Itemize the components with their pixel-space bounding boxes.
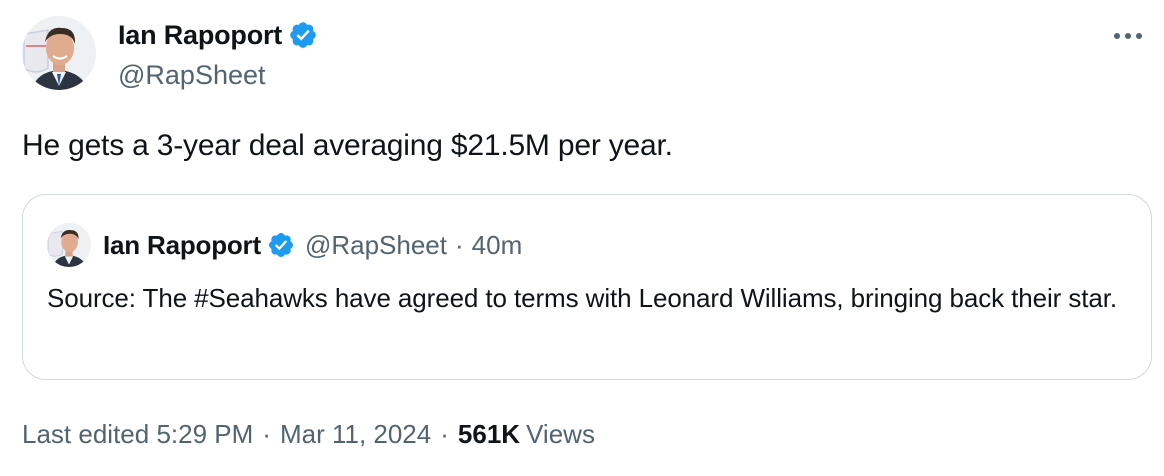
quoted-header: Ian Rapoport @RapSheet · 40m [103, 225, 522, 265]
views-label: Views [526, 418, 595, 449]
author-handle[interactable]: @RapSheet [118, 56, 266, 94]
author-name[interactable]: Ian Rapoport [118, 20, 282, 51]
more-options-icon[interactable] [1110, 18, 1146, 54]
tweet-card: Ian Rapoport @RapSheet He gets a 3-year … [0, 0, 1164, 476]
quoted-timestamp: 40m [471, 229, 523, 260]
separator-dot: · [454, 229, 464, 260]
author-avatar[interactable] [22, 16, 96, 90]
tweet-meta: Last edited 5:29 PM · Mar 11, 2024 · 561… [22, 414, 595, 454]
tweet-time[interactable]: 5:29 PM [156, 419, 253, 450]
author-name-row: Ian Rapoport [118, 16, 318, 54]
verified-badge-icon[interactable] [288, 20, 318, 50]
tweet-text: He gets a 3-year deal averaging $21.5M p… [22, 129, 673, 162]
quoted-tweet[interactable]: Ian Rapoport @RapSheet · 40m Source: The… [22, 194, 1152, 380]
quoted-tweet-text: Source: The #Seahawks have agreed to ter… [47, 283, 1117, 313]
avatar-icon [47, 223, 91, 267]
quoted-author-name: Ian Rapoport [103, 229, 261, 260]
avatar-icon [22, 16, 96, 90]
separator-dot: · [440, 418, 449, 449]
tweet-date[interactable]: Mar 11, 2024 [280, 419, 431, 450]
edited-label[interactable]: Last edited [22, 419, 149, 450]
quoted-author-handle: @RapSheet [304, 229, 447, 260]
verified-badge-icon [267, 231, 295, 259]
quoted-author-avatar[interactable] [47, 223, 91, 267]
separator-dot: · [262, 418, 271, 449]
views-count[interactable]: 561K [458, 419, 520, 450]
